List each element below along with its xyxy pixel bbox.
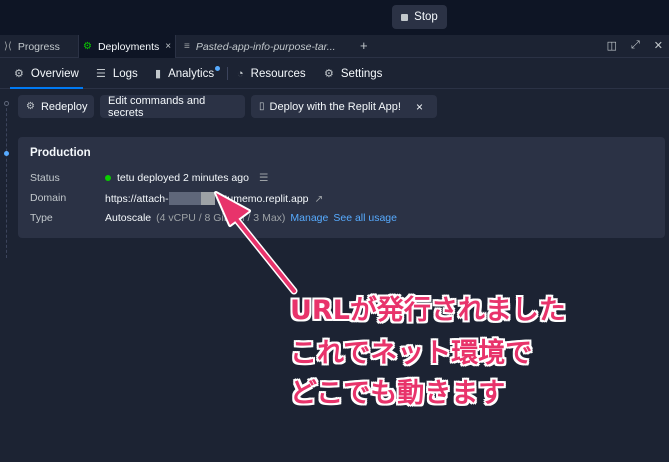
domain-prefix: https://attach-: [105, 192, 169, 205]
tab-overview[interactable]: ⚙ Overview: [10, 58, 83, 89]
tab-label: Analytics: [168, 67, 215, 80]
tab-label: Logs: [112, 67, 138, 80]
bar-chart-icon: ▮: [155, 68, 162, 80]
domain-link[interactable]: https://attach- etumemo.replit.app ↗: [105, 192, 323, 205]
tab-analytics[interactable]: ▮ Analytics: [155, 58, 214, 89]
external-link-icon[interactable]: ↗: [315, 193, 324, 205]
progress-icon: ⟩⟨: [4, 41, 12, 52]
sparkle-icon: ⚙: [14, 68, 24, 80]
tab-deployments[interactable]: ⚙ Deployments ×: [78, 35, 176, 58]
list-icon: ☰: [96, 68, 106, 80]
tab-label: Settings: [340, 67, 383, 80]
tab-settings[interactable]: ⚙ Settings: [324, 58, 382, 89]
see-usage-link[interactable]: See all usage: [333, 212, 397, 224]
close-icon[interactable]: ×: [416, 100, 423, 114]
production-title: Production: [30, 147, 91, 159]
type-spec: (4 vCPU / 8 GiB: [156, 212, 231, 224]
edit-commands-button[interactable]: Edit commands and secrets: [100, 94, 245, 119]
tab-label: Progress: [17, 40, 60, 53]
stop-label: Stop: [414, 11, 438, 23]
tab-logs[interactable]: ☰ Logs: [96, 58, 138, 89]
domain-label: Domain: [30, 192, 67, 204]
split-pane-icon[interactable]: ◫: [607, 39, 617, 52]
redeploy-button[interactable]: ⚙ Redeploy: [18, 95, 94, 118]
status-value: tetu deployed 2 minutes ago ☰: [105, 172, 268, 184]
deployment-nav: ⚙ Overview ☰ Logs ▮ Analytics ◔ Resource…: [0, 58, 669, 89]
status-text: tetu deployed 2 minutes ago: [117, 172, 249, 184]
tab-label: Overview: [30, 67, 79, 80]
close-icon[interactable]: ×: [165, 41, 171, 52]
new-tab-icon[interactable]: +: [360, 38, 368, 53]
editor-tab-strip: ⟩⟨ Progress ⚙ Deployments × ≡ Pasted-app…: [0, 35, 669, 58]
edit-commands-label: Edit commands and secrets: [108, 94, 206, 119]
pane-controls: ◫ ⤢ ✕: [607, 39, 663, 52]
annotation-line-1: URLが発行されました: [290, 295, 566, 326]
deploy-icon: ⚙: [83, 41, 92, 52]
tab-resources[interactable]: ◔ Resources: [237, 58, 306, 89]
tab-label: Pasted-app-info-purpose-tar...: [195, 40, 336, 53]
deploy-app-label: Deploy with the Replit App!: [269, 100, 401, 113]
deploy-app-banner[interactable]: ▯ Deploy with the Replit App! ×: [251, 95, 437, 118]
status-dot-icon: [105, 175, 111, 181]
manage-link[interactable]: Manage: [290, 212, 328, 224]
status-label: Status: [30, 172, 60, 184]
redacted-block: [200, 192, 215, 205]
stop-button[interactable]: Stop: [392, 5, 447, 29]
nav-divider: [227, 67, 228, 80]
redacted-block: [168, 192, 201, 205]
annotation-line-2: これでネット環境で: [290, 338, 533, 369]
tab-progress[interactable]: ⟩⟨ Progress: [0, 35, 78, 58]
log-list-icon[interactable]: ☰: [259, 172, 268, 184]
expand-icon[interactable]: ⤢: [631, 39, 640, 52]
type-spec-tail: M / 3 Max): [235, 212, 286, 224]
type-text: Autoscale: [105, 212, 152, 224]
top-bar: Stop: [0, 0, 669, 35]
tab-label: Deployments: [97, 40, 160, 53]
timeline-start-node: [4, 101, 9, 106]
domain-suffix: etumemo.replit.app: [218, 192, 309, 205]
redeploy-label: Redeploy: [40, 100, 88, 113]
annotation-line-3: どこでも動きます: [290, 378, 506, 409]
file-icon: ≡: [184, 41, 190, 52]
production-card: Production Status tetu deployed 2 minute…: [18, 137, 665, 238]
tab-pasted-file[interactable]: ≡ Pasted-app-info-purpose-tar...: [180, 35, 350, 58]
close-pane-icon[interactable]: ✕: [654, 39, 663, 52]
stop-square-icon: [401, 13, 409, 21]
gauge-icon: ◔: [237, 67, 244, 80]
notification-dot: [215, 66, 220, 71]
timeline-rail: [6, 103, 7, 258]
type-label: Type: [30, 212, 53, 224]
gear-icon: ⚙: [324, 68, 334, 80]
deploy-icon: ⚙: [26, 101, 35, 112]
type-value: Autoscale (4 vCPU / 8 GiB M / 3 Max) Man…: [105, 212, 397, 224]
tab-label: Resources: [250, 67, 306, 80]
phone-icon: ▯: [259, 101, 265, 112]
timeline-active-node: [4, 151, 9, 156]
